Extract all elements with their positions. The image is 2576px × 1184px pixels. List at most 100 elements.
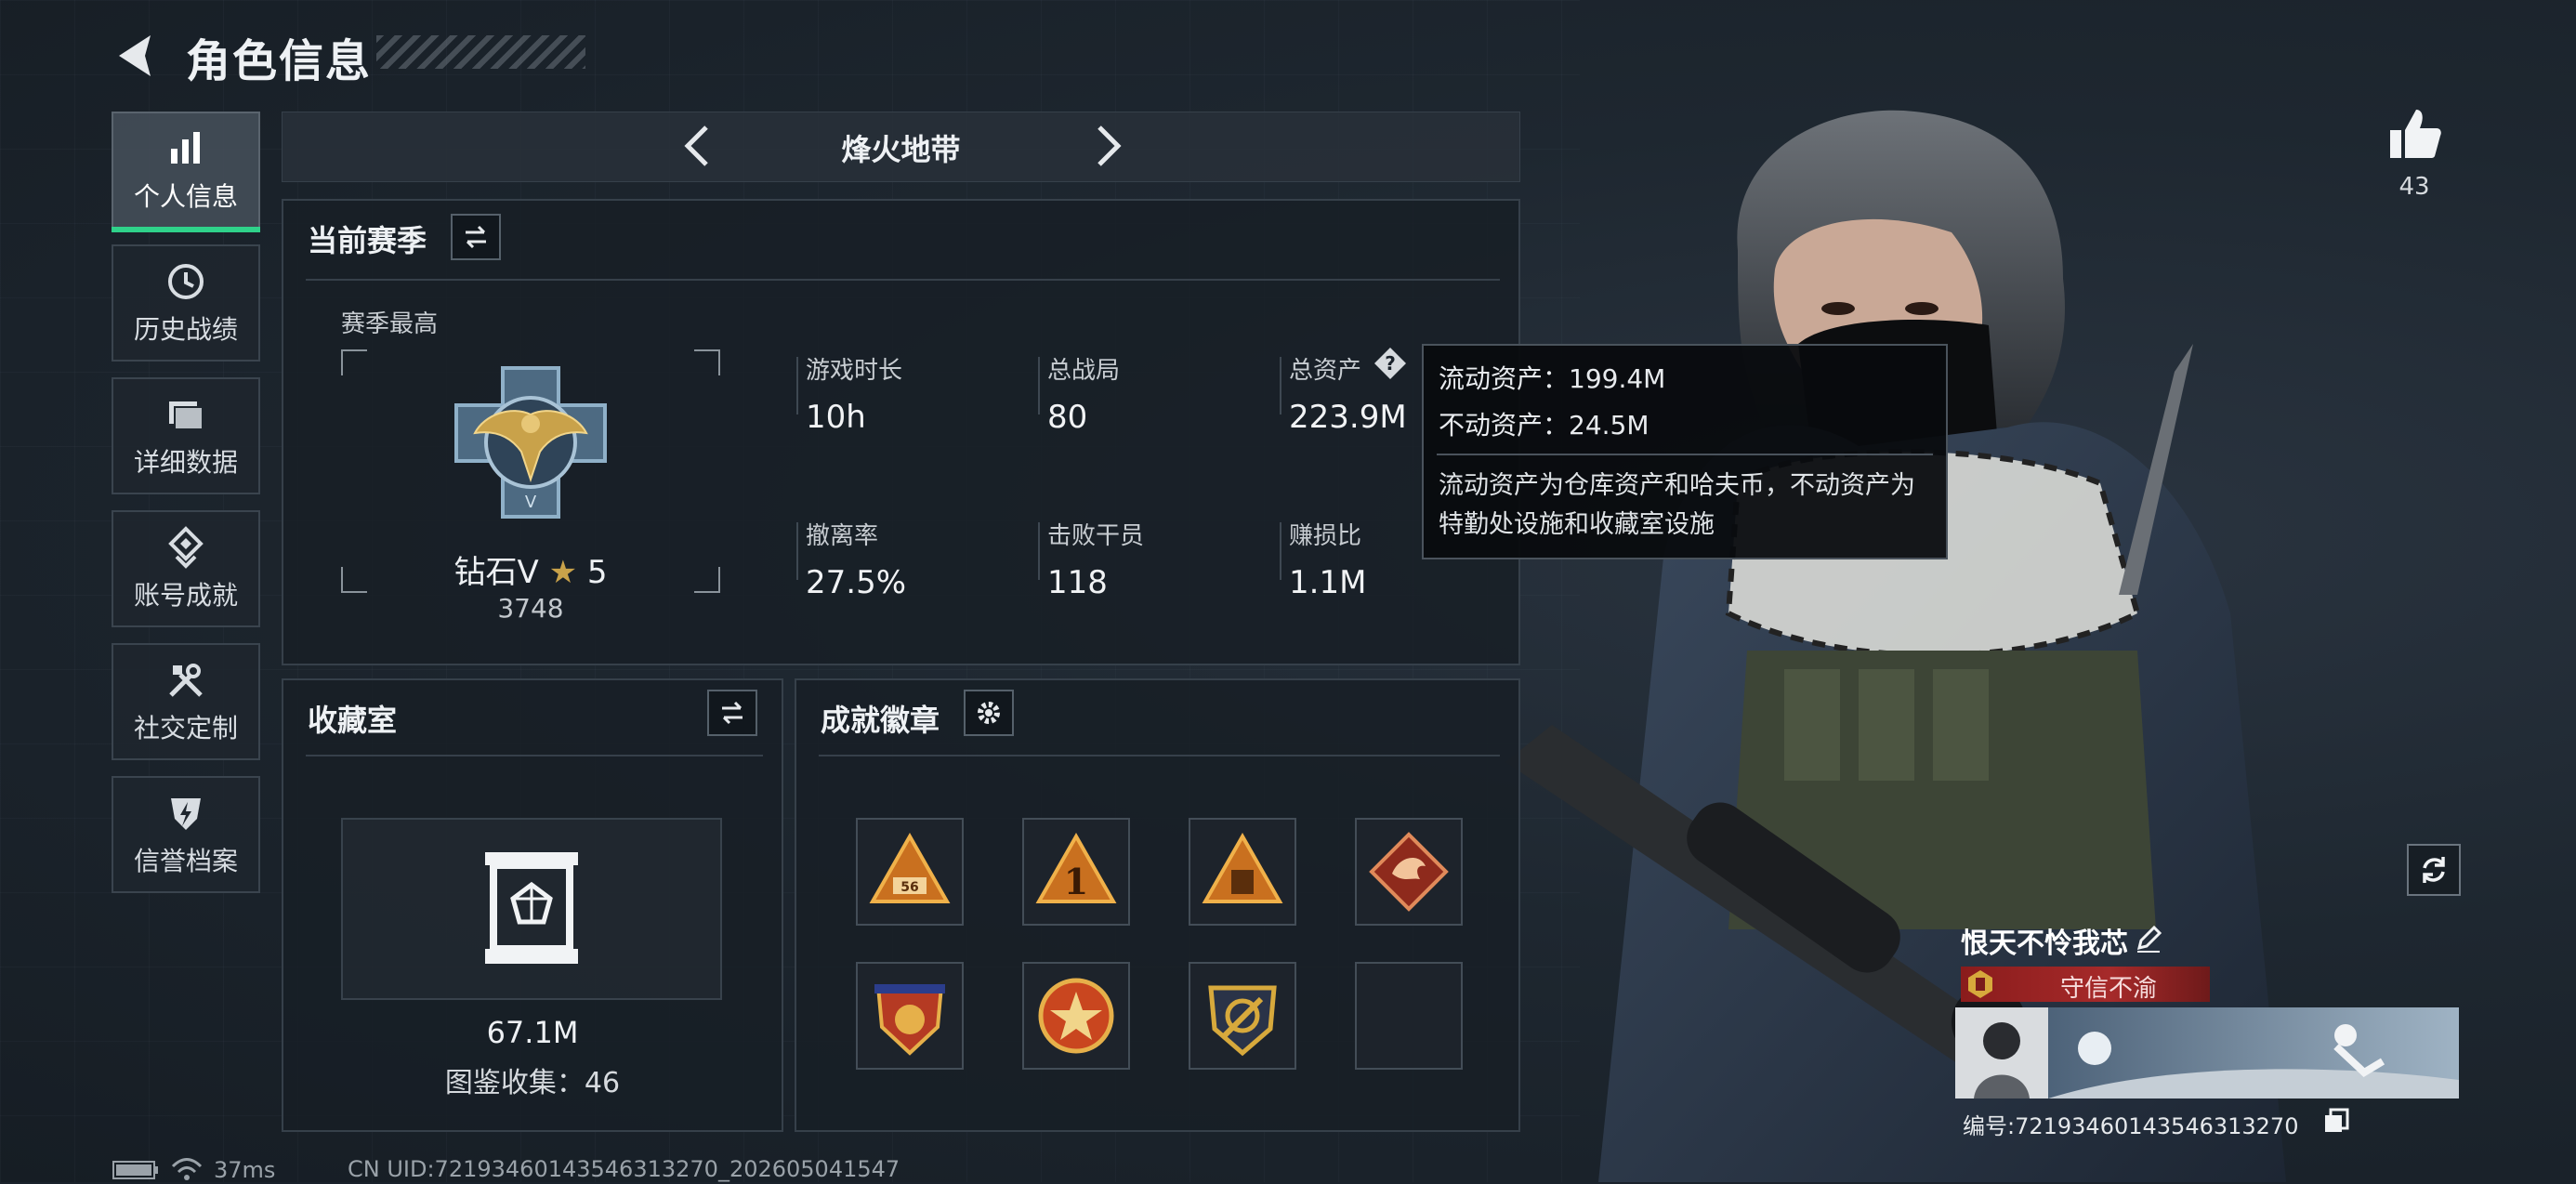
swap-icon — [722, 701, 743, 725]
triangle-56-badge-icon: 56 — [869, 832, 951, 903]
like-count: 43 — [2399, 173, 2430, 201]
svg-text:1: 1 — [1064, 861, 1088, 902]
divider — [306, 279, 1500, 281]
stat-value: 1.1M — [1289, 564, 1367, 601]
dragon-badge-icon — [1369, 832, 1449, 912]
stat-extract-rate: 撤离率 27.5% — [806, 517, 906, 601]
rank-score: 3748 — [497, 593, 564, 624]
divider — [1038, 522, 1040, 580]
sidebar-item-label: 历史战绩 — [133, 314, 238, 345]
achievement-icon — [168, 526, 204, 569]
star-medal-badge-icon — [1038, 978, 1114, 1054]
wifi-icon — [171, 1158, 203, 1180]
tooltip-fixed-assets: 不动资产：24.5M — [1439, 410, 1649, 441]
rank-stars: 5 — [586, 554, 608, 591]
divider — [1038, 357, 1040, 414]
stat-label: 撤离率 — [806, 522, 879, 550]
triangle-bell-badge-icon — [1202, 832, 1283, 903]
divider — [306, 755, 763, 756]
season-best-label: 赛季最高 — [341, 310, 439, 338]
sidebar-item-social[interactable]: 社交定制 — [112, 643, 260, 760]
history-icon — [168, 264, 204, 299]
player-banner[interactable] — [1955, 1007, 2459, 1098]
swap-icon — [466, 225, 486, 249]
uid-text: CN UID:7219346014354631327​0_20260504154… — [348, 1156, 900, 1182]
stat-value: 223.9M — [1289, 399, 1407, 436]
stat-label: 击败干员 — [1047, 522, 1145, 550]
stat-value: 80 — [1047, 399, 1088, 436]
sidebar-item-achievements[interactable]: 账号成就 — [112, 510, 260, 627]
vault-display[interactable] — [341, 818, 722, 1000]
svg-text:?: ? — [1385, 352, 1396, 375]
folder-icon — [169, 401, 204, 430]
divider — [796, 522, 798, 580]
triangle-1-badge-icon: 1 — [1035, 832, 1117, 903]
sidebar-item-history[interactable]: 历史战绩 — [112, 244, 260, 362]
sidebar-item-detailed-data[interactable]: 详细数据 — [112, 377, 260, 494]
vault-switch-button[interactable] — [707, 690, 757, 736]
badge-slot[interactable] — [1189, 818, 1296, 926]
badge-slot[interactable] — [856, 962, 964, 1070]
back-icon[interactable] — [110, 28, 165, 84]
vault-collection: 图鉴收集：46 — [444, 1067, 621, 1099]
stat-label: 赚损比 — [1289, 522, 1362, 550]
sidebar-item-label: 社交定制 — [133, 713, 238, 743]
season-panel: 当前赛季 赛季最高 V 钻石V ★ 5 3748 游戏时长 10h 总战局 80… — [282, 199, 1520, 665]
bar-chart-icon — [171, 132, 200, 164]
ping-value: 37ms — [214, 1157, 276, 1183]
refresh-icon — [2423, 857, 2445, 883]
stat-label: 游戏时长 — [806, 357, 903, 385]
badges-title: 成就徽章 — [821, 703, 940, 738]
tools-icon — [169, 664, 203, 697]
sidebar-item-credit[interactable]: 信誉档案 — [112, 776, 260, 893]
mode-switcher: 烽火地带 — [282, 112, 1520, 182]
badge-slot-empty[interactable] — [1355, 962, 1463, 1070]
crest-badge-icon — [1208, 985, 1277, 1057]
divider — [1280, 522, 1281, 580]
svg-text:V: V — [525, 493, 537, 512]
divider — [819, 755, 1500, 756]
stat-label: 总战局 — [1047, 357, 1121, 385]
battery-icon — [112, 1161, 158, 1179]
badges-panel: 成就徽章 56 1 — [795, 678, 1520, 1132]
player-id: 编号:7219346014354631327​0 — [1963, 1113, 2299, 1139]
status-bar: 37ms — [112, 1156, 275, 1184]
badge-slot[interactable] — [1022, 962, 1130, 1070]
sidebar: 个人信息 历史战绩 详细数据 账号成就 社交定制 信誉档案 — [112, 112, 262, 909]
vault-case-icon — [485, 852, 578, 964]
help-icon[interactable]: ? — [1373, 346, 1408, 381]
divider — [1280, 357, 1281, 414]
stat-profit-ratio: 赚损比 1.1M — [1289, 517, 1366, 601]
stat-playtime: 游戏时长 10h — [806, 351, 902, 436]
rank-emblem-icon: V — [454, 366, 607, 519]
badge-slot[interactable]: 1 — [1022, 818, 1130, 926]
season-switch-button[interactable] — [451, 214, 501, 260]
player-title: 守信不渝 — [2059, 975, 2157, 1003]
player-name: 恨天不怜我芯 — [1961, 927, 2128, 960]
frame-corner — [341, 349, 367, 375]
copy-icon[interactable] — [2323, 1108, 2349, 1134]
assets-tooltip: 流动资产：199.4M 不动资产：24.5M 流动资产为仓库资产和哈夫币，不动资… — [1422, 344, 1948, 559]
badge-slot[interactable] — [1189, 962, 1296, 1070]
frame-corner — [694, 349, 720, 375]
stat-value: 10h — [806, 399, 866, 436]
edit-icon[interactable] — [2134, 924, 2163, 954]
vault-value: 67.1M — [486, 1015, 579, 1050]
vault-panel: 收藏室 67.1M 图鉴收集：46 — [282, 678, 783, 1132]
gear-icon — [978, 702, 1000, 724]
divider — [1437, 454, 1933, 455]
sidebar-item-label: 详细数据 — [133, 447, 238, 478]
next-mode-icon[interactable] — [1079, 118, 1135, 174]
rank-name: 钻石V — [453, 554, 539, 591]
star-icon: ★ — [548, 554, 578, 591]
sidebar-item-personal-info[interactable]: 个人信息 — [112, 112, 260, 232]
refresh-button[interactable] — [2407, 844, 2461, 896]
player-title-badge[interactable]: 守信不渝 — [1961, 967, 2210, 1003]
badge-slot[interactable]: 56 — [856, 818, 964, 926]
credit-icon — [171, 798, 201, 830]
badge-slot[interactable] — [1355, 818, 1463, 926]
badges-settings-button[interactable] — [964, 690, 1014, 736]
page-title: 角色信息 — [186, 35, 373, 87]
thumbs-up-icon[interactable] — [2385, 104, 2444, 164]
sidebar-item-label: 个人信息 — [133, 181, 238, 212]
